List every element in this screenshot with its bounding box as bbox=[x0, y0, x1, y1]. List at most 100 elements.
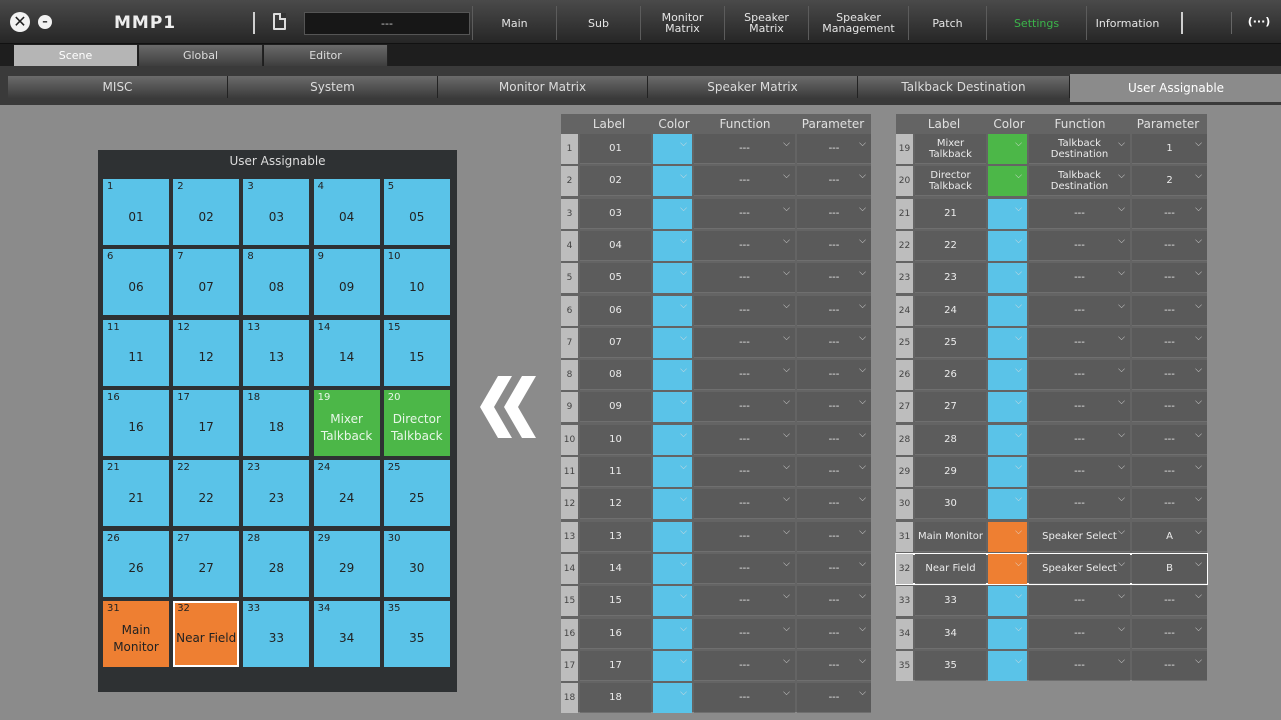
parameter-select[interactable]: --- ⌵ bbox=[797, 230, 871, 261]
function-select[interactable]: --- ⌵ bbox=[694, 553, 795, 584]
close-icon[interactable]: ✕ bbox=[10, 12, 30, 32]
label-cell[interactable]: 06 bbox=[580, 295, 651, 326]
label-cell[interactable]: 22 bbox=[915, 230, 986, 261]
label-cell[interactable]: 24 bbox=[915, 295, 986, 326]
color-select[interactable]: ⌵ bbox=[653, 327, 692, 358]
key-tile[interactable]: 23 23 bbox=[243, 460, 310, 527]
key-tile[interactable]: 6 06 bbox=[103, 249, 169, 316]
color-select[interactable]: ⌵ bbox=[988, 618, 1027, 649]
parameter-select[interactable]: --- ⌵ bbox=[1132, 198, 1207, 229]
color-select[interactable]: ⌵ bbox=[653, 263, 692, 294]
parameter-select[interactable]: --- ⌵ bbox=[1132, 360, 1207, 391]
parameter-select[interactable]: --- ⌵ bbox=[1132, 424, 1207, 455]
function-select[interactable]: --- ⌵ bbox=[1029, 327, 1130, 358]
key-tile[interactable]: 5 05 bbox=[383, 179, 450, 245]
parameter-select[interactable]: --- ⌵ bbox=[797, 327, 871, 358]
function-select[interactable]: --- ⌵ bbox=[694, 360, 795, 391]
label-cell[interactable]: 16 bbox=[580, 618, 651, 649]
parameter-select[interactable]: --- ⌵ bbox=[1132, 586, 1207, 617]
label-cell[interactable]: 27 bbox=[915, 392, 986, 423]
tab-scene[interactable]: Scene bbox=[14, 45, 138, 66]
key-tile[interactable]: 13 13 bbox=[243, 319, 310, 386]
tab-speaker-matrix[interactable]: Speaker Matrix bbox=[648, 76, 858, 98]
function-select[interactable]: --- ⌵ bbox=[1029, 489, 1130, 520]
label-cell[interactable]: Mixer Talkback bbox=[915, 134, 986, 164]
key-tile[interactable]: 33 33 bbox=[243, 600, 310, 667]
label-cell[interactable]: 28 bbox=[915, 424, 986, 455]
label-cell[interactable]: 07 bbox=[580, 327, 651, 358]
color-select[interactable]: ⌵ bbox=[988, 134, 1027, 164]
table-row[interactable]: 24 24 ⌵ --- ⌵ --- ⌵ bbox=[896, 295, 1207, 326]
parameter-select[interactable]: --- ⌵ bbox=[797, 683, 871, 714]
function-select[interactable]: --- ⌵ bbox=[694, 424, 795, 455]
label-cell[interactable]: 12 bbox=[580, 489, 651, 520]
color-select[interactable]: ⌵ bbox=[988, 650, 1027, 681]
key-tile[interactable]: 31 Main Monitor bbox=[103, 600, 169, 667]
key-tile[interactable]: 35 35 bbox=[383, 600, 450, 667]
parameter-select[interactable]: --- ⌵ bbox=[797, 618, 871, 649]
table-row[interactable]: 19 Mixer Talkback ⌵ Talkback Destination ⌵ 1 ⌵ bbox=[896, 134, 1207, 164]
table-row[interactable]: 28 28 ⌵ --- ⌵ --- ⌵ bbox=[896, 424, 1207, 455]
table-row[interactable]: 17 17 ⌵ --- ⌵ --- ⌵ bbox=[561, 650, 871, 681]
table-row[interactable]: 32 Near Field ⌵ Speaker Select ⌵ B ⌵ bbox=[895, 552, 1208, 585]
color-select[interactable]: ⌵ bbox=[988, 424, 1027, 455]
color-select[interactable]: ⌵ bbox=[653, 134, 692, 164]
table-row[interactable]: 21 21 ⌵ --- ⌵ --- ⌵ bbox=[896, 198, 1207, 229]
color-select[interactable]: ⌵ bbox=[988, 295, 1027, 326]
table-row[interactable]: 5 05 ⌵ --- ⌵ --- ⌵ bbox=[561, 263, 871, 294]
parameter-select[interactable]: --- ⌵ bbox=[1132, 650, 1207, 681]
color-select[interactable]: ⌵ bbox=[653, 586, 692, 617]
color-select[interactable]: ⌵ bbox=[988, 457, 1027, 487]
function-select[interactable]: --- ⌵ bbox=[1029, 618, 1130, 649]
label-cell[interactable]: 13 bbox=[580, 521, 651, 552]
color-select[interactable]: ⌵ bbox=[653, 650, 692, 681]
color-select[interactable]: ⌵ bbox=[988, 360, 1027, 391]
color-select[interactable]: ⌵ bbox=[653, 295, 692, 326]
label-cell[interactable]: 33 bbox=[915, 586, 986, 617]
nav-monitor-matrix[interactable]: Monitor Matrix bbox=[640, 6, 724, 40]
key-tile[interactable]: 26 26 bbox=[103, 530, 169, 597]
key-tile[interactable]: 10 10 bbox=[383, 249, 450, 316]
function-select[interactable]: --- ⌵ bbox=[1029, 392, 1130, 423]
key-tile[interactable]: 28 28 bbox=[243, 530, 310, 597]
key-tile[interactable]: 3 03 bbox=[243, 179, 310, 245]
tab-global[interactable]: Global bbox=[139, 45, 263, 66]
tab-system[interactable]: System bbox=[228, 76, 438, 98]
function-select[interactable]: --- ⌵ bbox=[694, 295, 795, 326]
parameter-select[interactable]: --- ⌵ bbox=[797, 457, 871, 487]
key-tile[interactable]: 20 Director Talkback bbox=[383, 389, 450, 456]
color-select[interactable]: ⌵ bbox=[653, 521, 692, 552]
key-tile[interactable]: 18 18 bbox=[243, 389, 310, 456]
color-select[interactable]: ⌵ bbox=[988, 521, 1027, 552]
table-row[interactable]: 7 07 ⌵ --- ⌵ --- ⌵ bbox=[561, 327, 871, 358]
table-row[interactable]: 13 13 ⌵ --- ⌵ --- ⌵ bbox=[561, 521, 871, 552]
nav-main[interactable]: Main bbox=[472, 6, 556, 40]
function-select[interactable]: --- ⌵ bbox=[694, 230, 795, 261]
function-select[interactable]: --- ⌵ bbox=[1029, 263, 1130, 294]
table-row[interactable]: 12 12 ⌵ --- ⌵ --- ⌵ bbox=[561, 489, 871, 520]
table-row[interactable]: 1 01 ⌵ --- ⌵ --- ⌵ bbox=[561, 134, 871, 164]
table-row[interactable]: 18 18 ⌵ --- ⌵ --- ⌵ bbox=[561, 683, 871, 714]
scene-display[interactable]: --- bbox=[304, 12, 470, 35]
nav-speaker-management[interactable]: Speaker Management bbox=[808, 6, 908, 40]
table-row[interactable]: 30 30 ⌵ --- ⌵ --- ⌵ bbox=[896, 489, 1207, 520]
parameter-select[interactable]: --- ⌵ bbox=[1132, 618, 1207, 649]
parameter-select[interactable]: 1 ⌵ bbox=[1132, 134, 1207, 164]
tab-misc[interactable]: MISC bbox=[8, 76, 228, 98]
key-tile[interactable]: 24 24 bbox=[313, 460, 380, 527]
parameter-select[interactable]: --- ⌵ bbox=[1132, 327, 1207, 358]
function-select[interactable]: --- ⌵ bbox=[1029, 230, 1130, 261]
color-select[interactable]: ⌵ bbox=[653, 198, 692, 229]
parameter-select[interactable]: --- ⌵ bbox=[797, 424, 871, 455]
label-cell[interactable]: 34 bbox=[915, 618, 986, 649]
function-select[interactable]: --- ⌵ bbox=[1029, 198, 1130, 229]
key-tile[interactable]: 34 34 bbox=[313, 600, 380, 667]
key-tile[interactable]: 22 22 bbox=[173, 460, 240, 527]
function-select[interactable]: --- ⌵ bbox=[694, 586, 795, 617]
parameter-select[interactable]: --- ⌵ bbox=[1132, 230, 1207, 261]
parameter-select[interactable]: --- ⌵ bbox=[1132, 392, 1207, 423]
table-row[interactable]: 10 10 ⌵ --- ⌵ --- ⌵ bbox=[561, 424, 871, 455]
key-tile[interactable]: 25 25 bbox=[383, 460, 450, 527]
key-tile[interactable]: 1 01 bbox=[103, 179, 169, 245]
function-select[interactable]: --- ⌵ bbox=[694, 198, 795, 229]
